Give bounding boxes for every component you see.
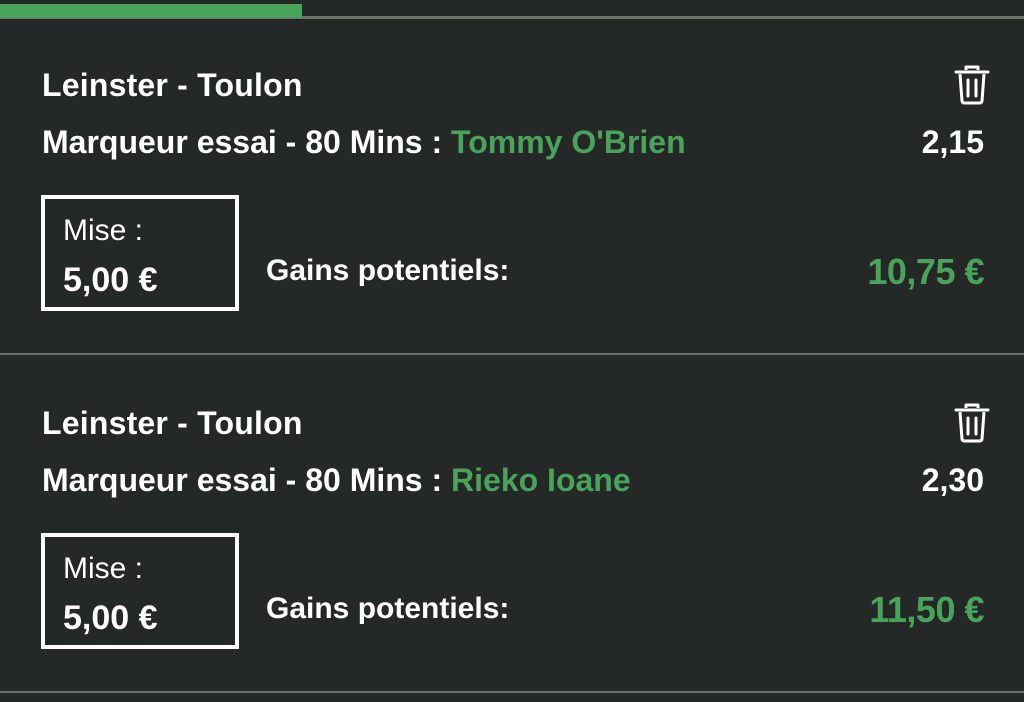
gains-value: 11,50 €	[869, 589, 984, 630]
stake-input[interactable]: Mise : 5,00 €	[41, 195, 239, 311]
stake-label: Mise :	[63, 552, 144, 585]
divider	[0, 353, 1024, 355]
odds-value: 2,15	[921, 124, 984, 160]
bet-item: Leinster - Toulon Marqueur essai - 80 Mi…	[0, 19, 1024, 355]
stake-input[interactable]: Mise : 5,00 €	[41, 533, 239, 649]
odds-value: 2,30	[921, 462, 984, 498]
market-label: Marqueur essai - 80 Mins :	[42, 462, 452, 498]
match-title: Leinster - Toulon	[42, 67, 303, 103]
stake-label: Mise :	[63, 214, 144, 247]
bet-slip: Leinster - Toulon Marqueur essai - 80 Mi…	[0, 0, 1024, 702]
market-label: Marqueur essai - 80 Mins :	[42, 124, 452, 160]
match-title: Leinster - Toulon	[42, 405, 303, 441]
gains-label: Gains potentiels:	[266, 592, 510, 625]
trash-icon[interactable]	[954, 65, 990, 105]
stake-value: 5,00 €	[63, 599, 158, 637]
selection-name: Rieko Ioane	[451, 462, 631, 498]
gains-label: Gains potentiels:	[266, 254, 510, 287]
market-line: Marqueur essai - 80 Mins : Rieko Ioane	[42, 462, 631, 499]
bet-item: Leinster - Toulon Marqueur essai - 80 Mi…	[0, 357, 1024, 693]
divider	[0, 691, 1024, 693]
progress-bar	[0, 4, 303, 18]
market-line: Marqueur essai - 80 Mins : Tommy O'Brien	[42, 124, 686, 161]
trash-icon[interactable]	[954, 403, 990, 443]
selection-name: Tommy O'Brien	[451, 124, 686, 160]
stake-value: 5,00 €	[63, 261, 158, 299]
gains-value: 10,75 €	[867, 251, 984, 292]
